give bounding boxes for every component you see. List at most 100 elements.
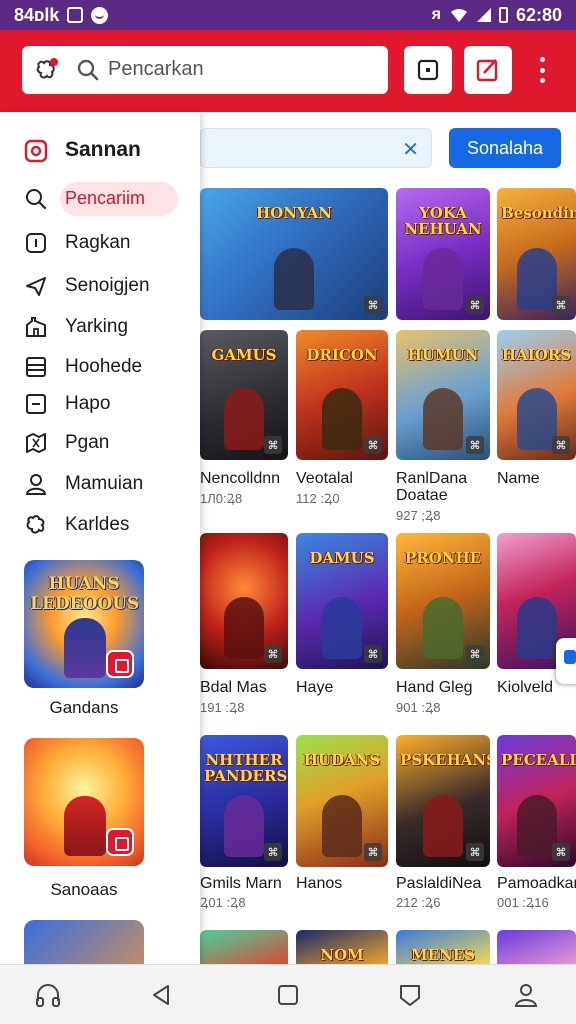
game-name[interactable]: Kiolveld: [497, 679, 553, 697]
thumbnail-title: MENES: [410, 946, 475, 964]
drawer-item-karldes[interactable]: Karldes: [0, 506, 200, 544]
app-logo-icon[interactable]: [34, 57, 60, 83]
game-thumbnail[interactable]: Besonding ⌘: [497, 188, 576, 320]
thumbnail-title: GAMUS: [211, 346, 277, 364]
game-thumbnail[interactable]: PECEALIOUS ⌘: [497, 735, 576, 867]
home-square-icon[interactable]: [274, 981, 302, 1009]
game-card[interactable]: YOKA NEHUAN ⌘: [396, 188, 490, 320]
hero-figure: [516, 597, 557, 659]
status-bar: 84ᴅlk ᴙ 62:80: [0, 0, 576, 30]
game-card[interactable]: HUDANS ⌘: [296, 735, 388, 867]
game-name[interactable]: Hanos: [296, 875, 342, 893]
game-name[interactable]: Hand Gleg: [396, 679, 473, 697]
drawer-item-ragkan[interactable]: Ragkan: [0, 224, 200, 262]
navigation-drawer: Sannan Pencariim Ragkan Senoigjen Yarkin…: [0, 112, 200, 964]
game-card[interactable]: PRONHE ⌘: [396, 533, 490, 669]
game-name[interactable]: Gmils Marn: [200, 875, 282, 893]
more-options-button[interactable]: [528, 52, 556, 88]
game-meta: 191 :Ꝝ8: [200, 700, 245, 715]
scan-button[interactable]: [404, 46, 452, 94]
game-card[interactable]: DRICON ⌘: [296, 330, 388, 460]
drawer-item-home[interactable]: Sannan: [0, 132, 200, 170]
controller-badge-icon: ⌘: [364, 843, 382, 861]
search-input[interactable]: Pencarkan: [108, 58, 204, 81]
game-card[interactable]: HONYAN ⌘: [200, 188, 388, 320]
promo-label[interactable]: Gandans: [0, 698, 168, 718]
hero-figure: [516, 388, 557, 450]
play-icon[interactable]: [106, 650, 134, 678]
promo-card[interactable]: [24, 920, 144, 964]
game-thumbnail[interactable]: PSKEHANS ⌘: [396, 735, 490, 867]
promo-label[interactable]: Sanoaas: [0, 880, 168, 900]
promo-title: HUANS LEDEOOUS: [30, 574, 140, 614]
game-thumbnail[interactable]: GAMUS ⌘: [200, 330, 288, 460]
floating-edge-button[interactable]: [556, 638, 576, 684]
drawer-item-mamuian[interactable]: Mamuian: [0, 465, 200, 503]
drawer-item-hapo[interactable]: Hapo: [0, 385, 200, 423]
game-card[interactable]: HUMUN ⌘: [396, 330, 490, 460]
thumbnail-title: NOM: [320, 946, 364, 964]
hero-figure: [423, 388, 463, 450]
controller-badge-icon: ⌘: [466, 296, 484, 314]
hero-figure: [322, 597, 362, 659]
profile-icon[interactable]: [512, 981, 540, 1009]
headphones-icon[interactable]: [34, 981, 62, 1009]
thumbnail-title: YOKA NEHUAN: [404, 204, 482, 238]
drawer-item-pgan[interactable]: Pgan: [0, 424, 200, 462]
search-icon[interactable]: [76, 58, 100, 82]
game-name[interactable]: RanlDana Doatae: [396, 470, 486, 504]
game-card[interactable]: HAIORS ⌘: [497, 330, 576, 460]
game-name[interactable]: Name: [497, 470, 540, 488]
filter-input[interactable]: ✕: [200, 128, 432, 168]
drawer-item-hoohede[interactable]: Hoohede: [0, 348, 200, 386]
game-card[interactable]: PECEALIOUS ⌘: [497, 735, 576, 867]
game-thumbnail[interactable]: DRICON ⌘: [296, 330, 388, 460]
game-thumbnail[interactable]: HUMUN ⌘: [396, 330, 490, 460]
drawer-item-label: Yarking: [65, 316, 129, 337]
game-name[interactable]: PaslaldiNea: [396, 875, 481, 893]
clear-icon[interactable]: ✕: [402, 137, 419, 162]
game-thumbnail[interactable]: NHTHER PANDERS ⌘: [200, 735, 288, 867]
back-icon[interactable]: [148, 981, 176, 1009]
game-thumbnail[interactable]: HUDANS ⌘: [296, 735, 388, 867]
controller-badge-icon: ⌘: [466, 436, 484, 454]
game-name[interactable]: Haye: [296, 679, 333, 697]
thumbnail-title: PSKEHANS: [400, 751, 490, 769]
drawer-item-senoigjen[interactable]: Senoigjen: [0, 267, 200, 305]
game-name[interactable]: Pamoadkan: [497, 875, 576, 893]
game-thumbnail[interactable]: PRONHE ⌘: [396, 533, 490, 669]
controller-badge-icon: ⌘: [364, 436, 382, 454]
play-icon[interactable]: [106, 828, 134, 856]
game-card[interactable]: ⌘: [200, 533, 288, 669]
game-name[interactable]: Veotalal: [296, 470, 353, 488]
game-card[interactable]: Besonding ⌘: [497, 188, 576, 320]
drawer-item-search[interactable]: Pencariim: [0, 180, 200, 218]
search-button[interactable]: Sonalaha: [449, 128, 561, 168]
promo-card[interactable]: [24, 738, 144, 866]
search-box[interactable]: Pencarkan: [22, 46, 388, 94]
drawer-item-yarking[interactable]: Yarking: [0, 308, 200, 346]
home-badge-icon: [24, 139, 48, 163]
game-thumbnail[interactable]: HONYAN ⌘: [200, 188, 388, 320]
game-meta: 901 :Ꝝ8: [396, 700, 441, 715]
promo-card[interactable]: HUANS LEDEOOUS: [24, 560, 144, 688]
search-icon: [26, 189, 47, 210]
game-card[interactable]: GAMUS ⌘: [200, 330, 288, 460]
game-thumbnail[interactable]: DAMUS ⌘: [296, 533, 388, 669]
game-thumbnail[interactable]: ⌘: [200, 533, 288, 669]
thumbnail-title: HAIORS: [501, 346, 572, 364]
edit-button[interactable]: [464, 46, 512, 94]
game-card[interactable]: DAMUS ⌘: [296, 533, 388, 669]
game-name[interactable]: Bdal Mas: [200, 679, 267, 697]
shield-icon[interactable]: [396, 981, 424, 1009]
game-thumbnail[interactable]: YOKA NEHUAN ⌘: [396, 188, 490, 320]
hero-figure: [322, 795, 362, 857]
game-card[interactable]: NHTHER PANDERS ⌘: [200, 735, 288, 867]
game-name[interactable]: Nencolldnn: [200, 470, 280, 488]
game-card[interactable]: PSKEHANS ⌘: [396, 735, 490, 867]
minus-square-icon: [26, 394, 46, 414]
hero-figure: [274, 248, 314, 310]
game-thumbnail[interactable]: HAIORS ⌘: [497, 330, 576, 460]
controller-badge-icon: ⌘: [466, 843, 484, 861]
controller-badge-icon: ⌘: [552, 843, 570, 861]
